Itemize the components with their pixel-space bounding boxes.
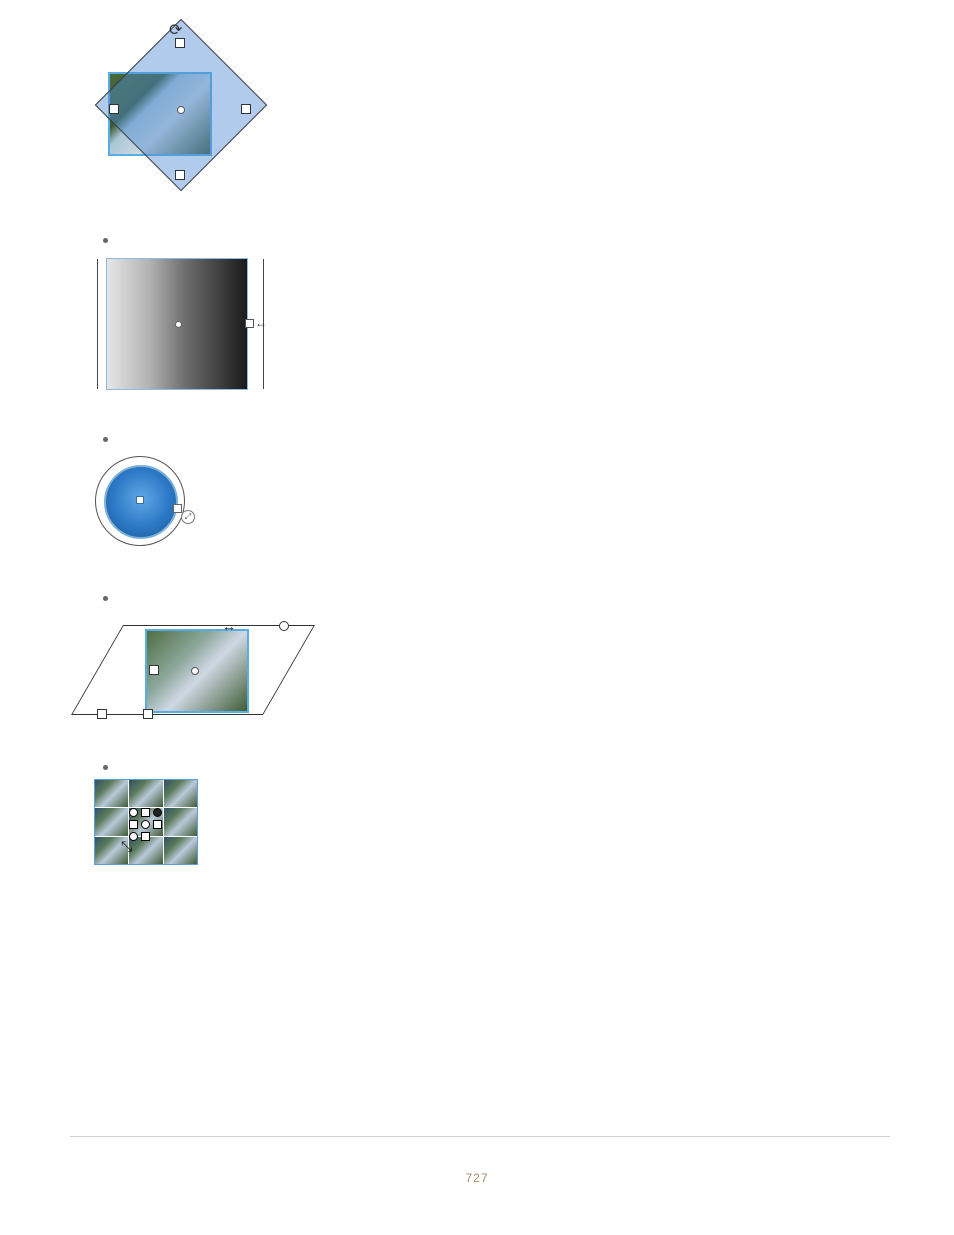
- rotate-cursor-icon: ⟳: [169, 20, 182, 40]
- center-handle: [136, 496, 144, 504]
- selection-handle: [175, 170, 185, 180]
- resize-cursor-icon: ↔: [255, 316, 265, 330]
- tile-cell: [164, 837, 197, 864]
- selection-handle: [141, 820, 150, 829]
- center-handle: [191, 667, 199, 675]
- tile-cell: [164, 808, 197, 835]
- bullet-item: [103, 232, 875, 243]
- selection-handle: [279, 621, 289, 631]
- selection-handle: [149, 665, 159, 675]
- center-handle: [175, 321, 182, 328]
- selection-handle: [141, 808, 150, 817]
- tile-cell: [164, 780, 197, 807]
- selection-handle: [241, 104, 251, 114]
- center-handle: [177, 106, 185, 114]
- skew-cursor-icon: ↔: [222, 618, 236, 634]
- page-content: ⟳ ↔ ⤢: [95, 34, 875, 870]
- selection-handle: [129, 820, 138, 829]
- edge-handle: [173, 504, 182, 513]
- selection-handle: [141, 832, 150, 841]
- footer-divider: [70, 1136, 890, 1137]
- bullet-item: [103, 431, 875, 442]
- bullet-dot-icon: [103, 765, 108, 770]
- bullet-dot-icon: [103, 238, 108, 243]
- page-number: 727: [0, 1171, 954, 1185]
- selection-handle: [143, 709, 153, 719]
- bullet-item: [103, 590, 875, 601]
- selection-handle: [109, 104, 119, 114]
- gradient-guide-line: [97, 259, 98, 389]
- bullet-dot-icon: [103, 437, 108, 442]
- bullet-item: [103, 759, 875, 770]
- bullet-dot-icon: [103, 596, 108, 601]
- tile-cell: [95, 808, 128, 835]
- selection-handle: [153, 820, 162, 829]
- move-cursor-icon: ⤡: [121, 838, 132, 855]
- figure-radial-scale: ⤢: [95, 452, 215, 562]
- edge-handle: [245, 319, 254, 328]
- tile-cell: [95, 780, 128, 807]
- figure-linear-gradient: ↔: [95, 253, 295, 403]
- figure-rotate-crop: ⟳: [95, 34, 295, 204]
- figure-skew-transform: ↔: [95, 611, 325, 731]
- selection-handle: [129, 808, 138, 817]
- tile-cell: [129, 780, 162, 807]
- selection-handle: [153, 808, 162, 817]
- control-point-cluster: [129, 808, 163, 842]
- selection-handle: [97, 709, 107, 719]
- figure-tile-pattern: ⤡: [95, 780, 205, 870]
- scale-cursor-icon: ⤢: [181, 510, 195, 524]
- document-page: ⟳ ↔ ⤢: [0, 0, 954, 1235]
